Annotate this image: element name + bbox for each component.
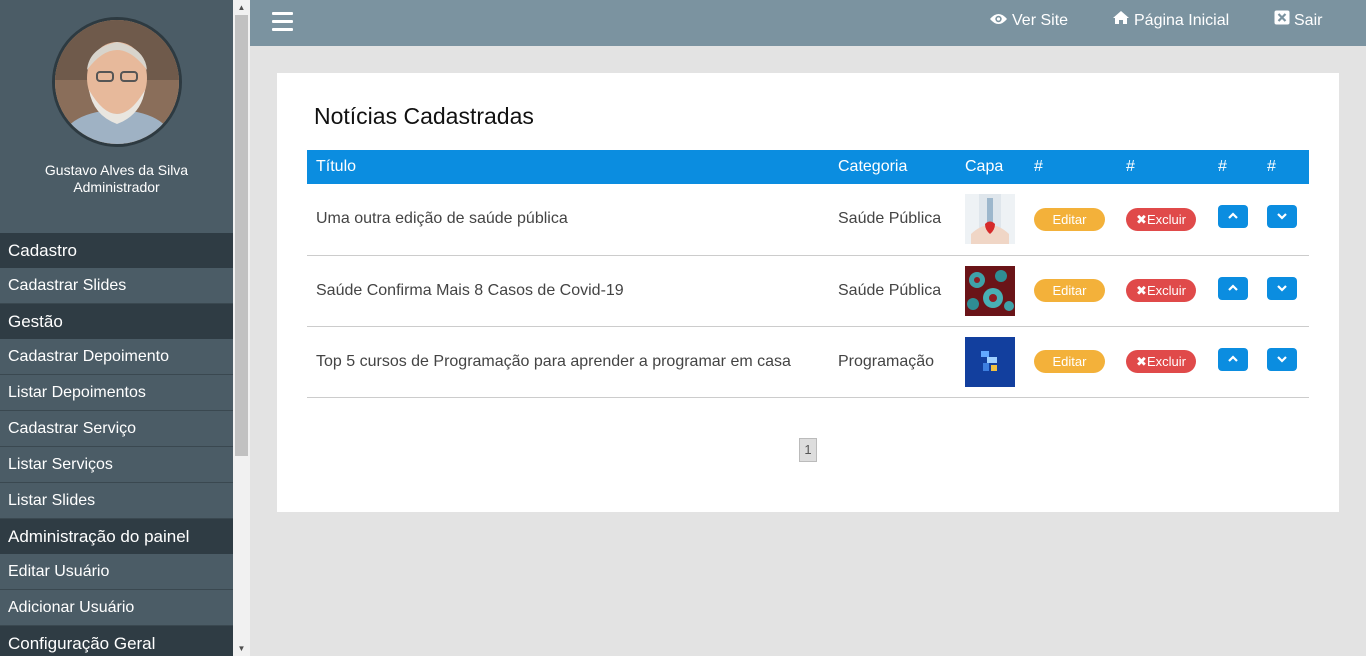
chevron-down-icon (1277, 284, 1287, 292)
eye-icon (989, 0, 1008, 42)
menu-item-adicionar-usuario[interactable]: Adicionar Usuário (0, 590, 233, 626)
edit-cell: Editar (1025, 255, 1117, 326)
move-down-button[interactable] (1267, 205, 1297, 229)
col-header-capa: Capa (965, 158, 1004, 175)
move-down-button[interactable] (1267, 276, 1297, 300)
col-header-categoria: Categoria (838, 158, 908, 175)
move-up-button[interactable] (1218, 347, 1248, 371)
profile-panel: Gustavo Alves da Silva Administrador (0, 0, 233, 233)
x-icon: ✖ (1136, 283, 1147, 298)
sidebar-menu: Cadastro Cadastrar Slides Gestão Cadastrar … (0, 233, 233, 656)
user-avatar (51, 17, 182, 147)
news-table: Título Categoria Capa # # # # Uma outra … (307, 150, 1309, 398)
menu-item-listar-servicos[interactable]: Listar Serviços (0, 447, 233, 483)
table-header-row: Título Categoria Capa # # # # (307, 150, 1309, 184)
sair-link[interactable]: Sair (1274, 0, 1322, 46)
delete-button[interactable]: ✖Excluir (1126, 207, 1196, 231)
news-card: Notícias Cadastradas Título Categoria Ca… (277, 73, 1339, 512)
chevron-down-icon (1277, 355, 1287, 363)
scroll-down-arrow-icon[interactable]: ▼ (233, 641, 250, 656)
news-cover-image (956, 184, 1025, 255)
move-up-button[interactable] (1218, 276, 1248, 300)
menu-toggle-icon[interactable] (272, 12, 293, 31)
menu-header-administracao: Administração do painel (0, 519, 233, 554)
pagination-page-1[interactable]: 1 (799, 438, 817, 462)
pagina-inicial-link[interactable]: Página Inicial (1112, 0, 1229, 46)
menu-item-editar-usuario[interactable]: Editar Usuário (0, 554, 233, 590)
move-down-cell (1258, 255, 1309, 326)
col-header-edit: # (1034, 158, 1043, 175)
chevron-up-icon (1228, 283, 1238, 291)
sidebar: Gustavo Alves da Silva Administrador Cad… (0, 0, 233, 656)
move-up-cell (1209, 326, 1258, 397)
menu-item-cadastrar-depoimento[interactable]: Cadastrar Depoimento (0, 339, 233, 375)
table-row: Saúde Confirma Mais 8 Casos de Covid-19 S… (307, 255, 1309, 326)
delete-label: Excluir (1146, 211, 1186, 227)
news-cover-image (956, 255, 1025, 326)
news-title: Top 5 cursos de Programação para aprende… (316, 352, 791, 370)
edit-cell: Editar (1025, 326, 1117, 397)
news-category: Saúde Pública (838, 210, 942, 228)
delete-label: Excluir (1146, 283, 1186, 298)
news-title: Uma outra edição de saúde pública (316, 210, 568, 228)
delete-button[interactable]: ✖Excluir (1126, 350, 1196, 373)
delete-cell: ✖Excluir (1117, 255, 1209, 326)
delete-label: Excluir (1146, 354, 1186, 369)
chevron-up-icon (1228, 354, 1238, 362)
news-category: Saúde Pública (838, 281, 942, 299)
user-role: Administrador (73, 179, 160, 195)
menu-item-listar-depoimentos[interactable]: Listar Depoimentos (0, 375, 233, 411)
table-row: Uma outra edição de saúde pública Saúde P… (307, 184, 1309, 255)
col-header-delete: # (1126, 158, 1135, 175)
pagina-inicial-label: Página Inicial (1134, 12, 1230, 30)
edit-button[interactable]: Editar (1034, 207, 1105, 231)
move-down-cell (1258, 326, 1309, 397)
delete-button[interactable]: ✖Excluir (1126, 279, 1196, 302)
x-icon: ✖ (1136, 211, 1147, 227)
move-up-cell (1209, 255, 1258, 326)
move-up-button[interactable] (1218, 205, 1248, 229)
sidebar-scrollbar[interactable]: ▲ ▼ (233, 0, 250, 656)
page-title: Notícias Cadastradas (314, 103, 534, 129)
ver-site-label: Ver Site (1012, 12, 1069, 30)
close-box-icon (1274, 0, 1290, 42)
edit-button[interactable]: Editar (1034, 350, 1105, 373)
x-icon: ✖ (1136, 354, 1147, 369)
menu-item-cadastrar-slides[interactable]: Cadastrar Slides (0, 268, 233, 304)
top-bar: Ver Site Página Inicial Sair (250, 0, 1366, 46)
menu-item-listar-slides[interactable]: Listar Slides (0, 483, 233, 519)
col-header-down: # (1267, 158, 1276, 175)
delete-cell: ✖Excluir (1117, 326, 1209, 397)
chevron-down-icon (1277, 213, 1287, 220)
edit-cell: Editar (1025, 184, 1117, 255)
table-row: Top 5 cursos de Programação para aprende… (307, 326, 1309, 397)
news-cover-image (956, 326, 1025, 397)
move-down-cell (1258, 184, 1309, 255)
home-icon (1112, 0, 1130, 42)
user-name: Gustavo Alves da Silva (44, 162, 189, 178)
ver-site-link[interactable]: Ver Site (989, 0, 1068, 46)
col-header-up: # (1218, 158, 1227, 175)
delete-cell: ✖Excluir (1117, 184, 1209, 255)
menu-item-cadastrar-servico[interactable]: Cadastrar Serviço (0, 411, 233, 447)
scroll-up-arrow-icon[interactable]: ▲ (233, 0, 250, 15)
menu-header-cadastro: Cadastro (0, 233, 233, 268)
news-category: Programação (838, 352, 935, 370)
move-up-cell (1209, 184, 1258, 255)
menu-header-gestao: Gestão (0, 304, 233, 339)
news-title: Saúde Confirma Mais 8 Casos de Covid-19 (316, 281, 624, 299)
move-down-button[interactable] (1267, 347, 1297, 371)
chevron-up-icon (1228, 212, 1238, 220)
menu-header-configuracao: Configuração Geral (0, 626, 233, 656)
scroll-thumb[interactable] (235, 15, 248, 456)
col-header-titulo: Título (316, 158, 357, 175)
edit-button[interactable]: Editar (1034, 279, 1105, 302)
sair-label: Sair (1294, 12, 1323, 30)
